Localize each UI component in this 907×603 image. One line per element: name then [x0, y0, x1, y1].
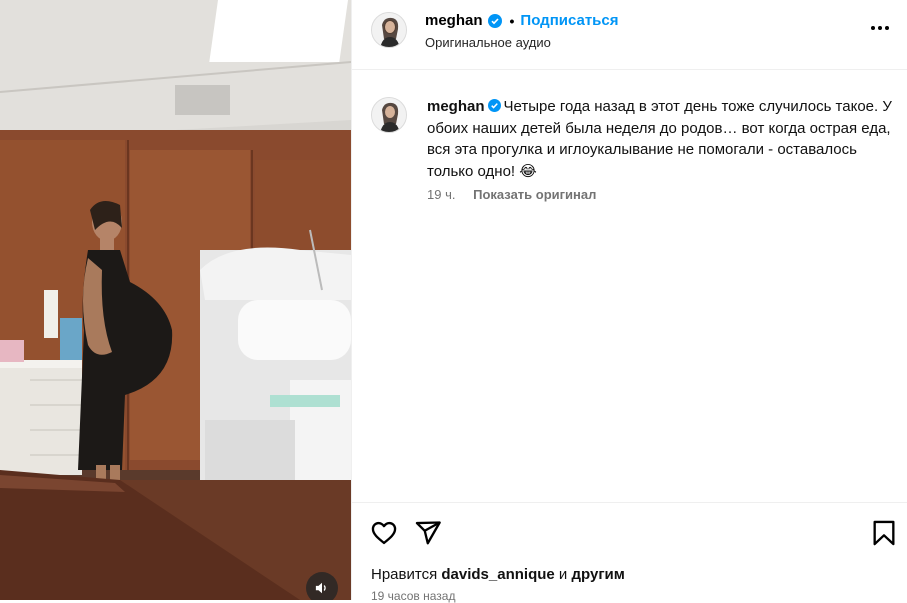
caption-time: 19 ч.: [427, 187, 456, 202]
caption-avatar[interactable]: [371, 97, 407, 133]
post-caption: meghan Четыре года назад в этот день тоже…: [427, 96, 897, 182]
username[interactable]: meghan: [425, 12, 483, 29]
bookmark-icon[interactable]: [870, 519, 898, 547]
likes-line: Нравится davids_annique и другим: [371, 566, 625, 583]
caption-username[interactable]: meghan: [427, 98, 485, 115]
separator-dot: •: [509, 12, 515, 29]
post-panel: meghan • Подписаться Оригинальное аудио …: [351, 0, 907, 603]
username-row: meghan • Подписаться: [425, 12, 619, 29]
more-options-icon[interactable]: [868, 18, 892, 38]
avatar-image: [372, 13, 406, 47]
likes-prefix: Нравится: [371, 566, 438, 583]
action-bar: Нравится davids_annique и другим 19 часо…: [352, 502, 907, 603]
liker-username[interactable]: davids_annique: [441, 566, 554, 583]
post-header: meghan • Подписаться Оригинальное аудио: [352, 0, 907, 70]
audio-link[interactable]: Оригинальное аудио: [425, 35, 551, 50]
video-frame-image: [0, 0, 351, 600]
avatar-image: [372, 98, 406, 132]
verified-badge-icon: [487, 13, 502, 28]
caption-meta: 19 ч. Показать оригинал: [427, 187, 596, 202]
mute-button[interactable]: [306, 572, 338, 600]
post-video[interactable]: [0, 0, 351, 600]
likes-middle: и: [558, 566, 568, 583]
post-timestamp[interactable]: 19 часов назад: [371, 589, 455, 603]
verified-badge-icon: [487, 99, 501, 112]
share-icon[interactable]: [414, 519, 442, 547]
heart-icon[interactable]: [370, 519, 398, 547]
likes-others-link[interactable]: другим: [571, 566, 624, 583]
avatar[interactable]: [371, 12, 407, 48]
follow-button[interactable]: Подписаться: [520, 12, 618, 29]
speaker-icon: [315, 582, 326, 594]
show-original-button[interactable]: Показать оригинал: [473, 187, 596, 202]
